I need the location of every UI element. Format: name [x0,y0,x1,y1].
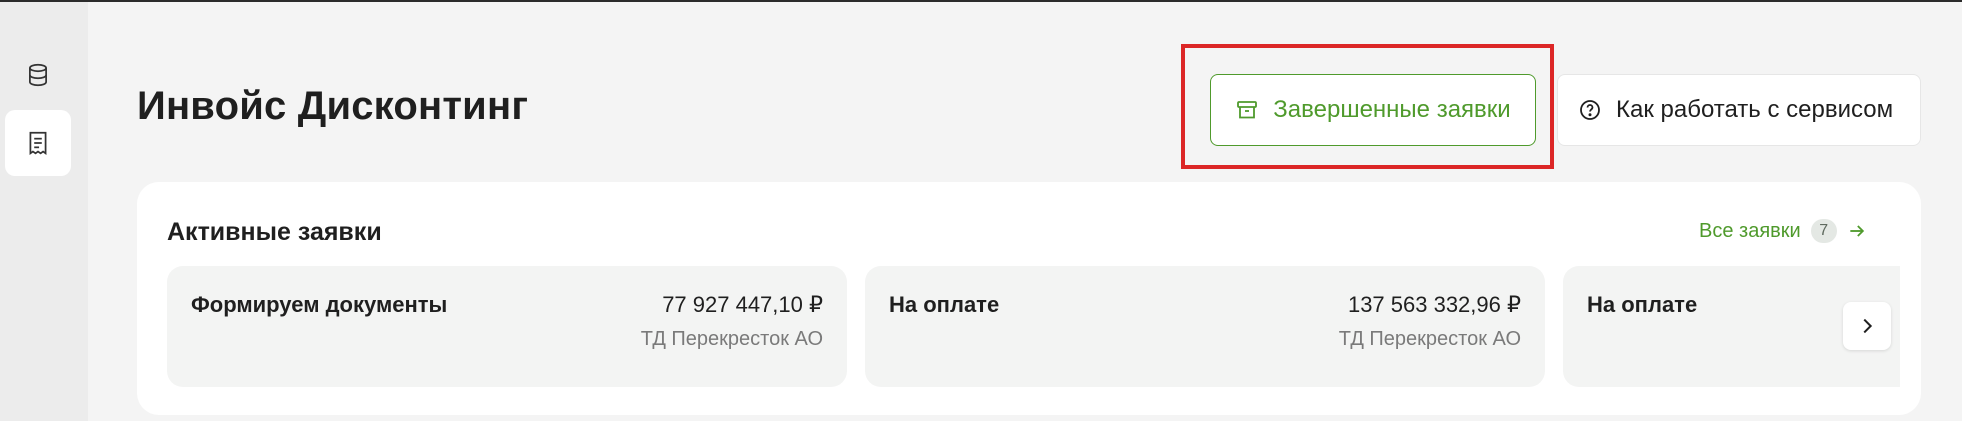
all-requests-count-badge: 7 [1810,219,1837,243]
document-icon [29,131,47,155]
active-requests-panel: Активные заявки Все заявки 7 Формируем д… [137,182,1921,415]
request-card[interactable]: Формируем документы 77 927 447,10 ₽ ТД П… [167,266,847,387]
card-status: На оплате [889,292,1000,317]
sidebar [0,2,88,421]
card-company: ТД Перекресток АО [1338,328,1521,350]
archive-icon [1237,101,1258,119]
chevron-right-icon [1863,318,1873,334]
carousel-next-button[interactable] [1843,302,1891,350]
completed-requests-button[interactable]: Завершенные заявки [1210,74,1536,146]
sidebar-item-database[interactable] [5,42,71,108]
card-amount: 77 927 447,10 ₽ [662,292,823,317]
request-cards-carousel: Формируем документы 77 927 447,10 ₽ ТД П… [167,266,1900,387]
page-title: Инвойс Дисконтинг [137,84,529,128]
card-company: ТД Перекресток АО [640,328,823,350]
sidebar-item-documents[interactable] [5,110,71,176]
question-circle-icon [1580,100,1600,120]
request-card[interactable]: На оплате 137 563 332,96 ₽ ТД Перекресто… [865,266,1545,387]
completed-requests-label: Завершенные заявки [1273,96,1511,123]
how-to-use-label: Как работать с сервисом [1616,96,1894,123]
top-border [0,0,1962,2]
card-status: На оплате [1587,292,1698,317]
active-requests-title: Активные заявки [167,218,382,246]
how-to-use-button[interactable]: Как работать с сервисом [1557,74,1921,146]
card-amount: 137 563 332,96 ₽ [1347,292,1521,317]
all-requests-link[interactable]: Все заявки 7 [1699,216,1867,246]
card-status: Формируем документы [191,292,448,317]
all-requests-label: Все заявки [1699,219,1801,242]
database-icon [29,63,47,87]
arrow-right-icon [1850,225,1864,237]
